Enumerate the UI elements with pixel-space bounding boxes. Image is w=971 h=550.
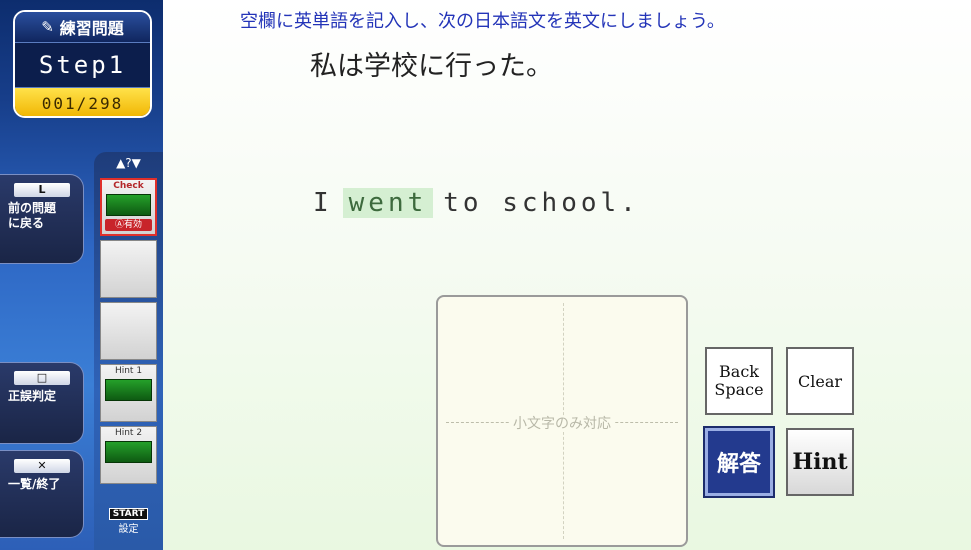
exercise-header: ✎ 練習問題 Step1 001/298 bbox=[13, 10, 152, 118]
empty-tool-slot bbox=[100, 302, 157, 360]
pad-hint-text: 小文字のみ対応 bbox=[509, 416, 615, 432]
check-answer-label: 正誤判定 bbox=[8, 389, 57, 403]
japanese-sentence: 私は学校に行った。 bbox=[310, 51, 553, 82]
instruction-text: 空欄に英単語を記入し、次の日本語文を英文にしましょう。 bbox=[240, 11, 725, 32]
question-counter: 001/298 bbox=[15, 88, 150, 116]
step-label: Step1 bbox=[15, 42, 150, 88]
check-tool-slot[interactable]: Check Ⓐ有効 bbox=[100, 178, 157, 236]
english-after: to school. bbox=[443, 188, 640, 218]
hint2-bar bbox=[105, 441, 152, 463]
clear-button[interactable]: Clear bbox=[786, 347, 854, 415]
list-exit-button[interactable]: ✕ 一覧/終了 bbox=[0, 450, 84, 538]
sidebar: ✎ 練習問題 Step1 001/298 L 前の問題 に戻る □ 正誤判定 ✕… bbox=[0, 0, 163, 550]
check-answer-button[interactable]: □ 正誤判定 bbox=[0, 362, 84, 444]
submit-answer-button[interactable]: 解答 bbox=[703, 426, 775, 498]
check-enabled-badge: Ⓐ有効 bbox=[105, 219, 152, 231]
settings-label: 設定 bbox=[118, 524, 139, 535]
tool-column: ▲?▼ Check Ⓐ有効 Hint 1 Hint 2 START 設定 bbox=[94, 152, 163, 550]
hint1-bar bbox=[105, 379, 152, 401]
previous-question-label: 前の問題 に戻る bbox=[8, 201, 57, 230]
check-tool-bar bbox=[106, 194, 151, 216]
settings-button[interactable]: START 設定 bbox=[102, 508, 155, 535]
english-sentence: I went to school. bbox=[313, 188, 640, 218]
previous-question-button[interactable]: L 前の問題 に戻る bbox=[0, 174, 84, 264]
check-tool-label: Check bbox=[113, 181, 144, 191]
empty-tool-slot bbox=[100, 240, 157, 298]
list-exit-label: 一覧/終了 bbox=[8, 477, 61, 491]
english-before: I bbox=[313, 188, 333, 218]
square-key-icon: □ bbox=[14, 371, 70, 385]
scroll-arrows-icon[interactable]: ▲?▼ bbox=[94, 156, 163, 172]
pencil-icon: ✎ bbox=[41, 18, 54, 36]
exercise-title-label: 練習問題 bbox=[59, 19, 124, 38]
hint-button[interactable]: Hint bbox=[786, 428, 854, 496]
handwriting-pad[interactable]: 小文字のみ対応 bbox=[436, 295, 688, 547]
start-key-icon: START bbox=[108, 508, 149, 520]
pad-hint: 小文字のみ対応 bbox=[438, 413, 686, 433]
exercise-title: ✎ 練習問題 bbox=[15, 12, 150, 42]
backspace-button[interactable]: Back Space bbox=[705, 347, 773, 415]
l-key-icon: L bbox=[14, 183, 70, 197]
hint1-tool-slot[interactable]: Hint 1 bbox=[100, 364, 157, 422]
hint1-label: Hint 1 bbox=[114, 366, 143, 376]
hint2-tool-slot[interactable]: Hint 2 bbox=[100, 426, 157, 484]
x-key-icon: ✕ bbox=[14, 459, 70, 473]
answer-blank[interactable]: went bbox=[342, 188, 434, 218]
hint2-label: Hint 2 bbox=[114, 428, 143, 438]
